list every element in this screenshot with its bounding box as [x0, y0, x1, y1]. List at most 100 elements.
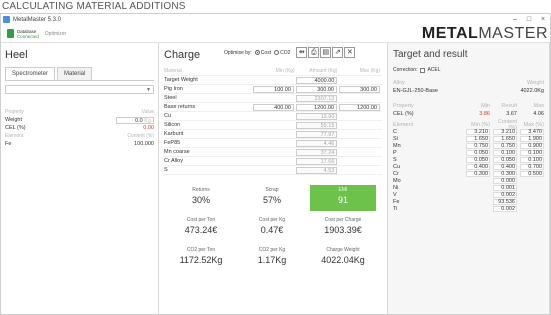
heel-title: Heel	[5, 49, 28, 61]
element-row: Fe 93.536	[393, 198, 544, 205]
material-header: Material	[164, 68, 182, 74]
stat-card: EMI 91	[310, 185, 376, 211]
material-name: Karburit	[164, 131, 184, 137]
print-icon[interactable]: ⎙	[308, 47, 320, 58]
element-min[interactable]: 0.400	[466, 163, 490, 170]
target-panel: Target and result Correction: ACEL Alloy…	[388, 43, 550, 314]
charge-row: Mn coarse 37.24	[164, 148, 382, 157]
database-icon	[7, 29, 14, 38]
max-input[interactable]: 300.00	[339, 85, 380, 93]
element-symbol: Ti	[393, 205, 398, 212]
charge-row: Karburit 77.97	[164, 130, 382, 139]
stat-label: EMI	[338, 187, 348, 193]
charge-row: FeP85 4.46	[164, 139, 382, 148]
element-min[interactable]: 0.050	[466, 156, 490, 163]
alloy-name: EN-GJL-250-Base	[393, 88, 438, 94]
metalmaster-logo: METALMASTER	[421, 24, 548, 42]
element-row: Mo 0.000	[393, 177, 544, 184]
optimizer-button[interactable]: Optimizer	[45, 31, 66, 37]
split-icon[interactable]: ⇹	[296, 47, 308, 58]
document-icon[interactable]: ▤	[320, 47, 332, 58]
title-bar: MetalMaster 5.3.0 – □ ×	[1, 14, 550, 25]
element-content: 0.300	[493, 170, 517, 177]
charge-row: Cr Alloy 17.66	[164, 157, 382, 166]
weight-input[interactable]: 0.0 Kg	[116, 116, 154, 124]
amount-input[interactable]: 4000.00	[296, 76, 338, 84]
element-symbol: P	[393, 149, 397, 156]
amount-input[interactable]: 4.46	[296, 139, 338, 147]
material-name: Cr Alloy	[164, 158, 183, 164]
tab-spectrometer[interactable]: Spectrometer	[5, 67, 56, 80]
close-icon[interactable]: ✕	[344, 47, 356, 58]
stat-label: CO2 per Kg	[258, 247, 286, 253]
element-min[interactable]: 0.050	[466, 149, 490, 156]
element-max[interactable]: 0.100	[520, 156, 544, 163]
element-row: Si 1.650 1.650 1.900	[393, 135, 544, 142]
element-max[interactable]: 3.470	[520, 128, 544, 135]
element-row: P 0.050 0.100 0.100	[393, 149, 544, 156]
amount-input[interactable]: 13.90	[296, 112, 338, 120]
min-input[interactable]: 100.00	[253, 85, 294, 93]
charge-row: Cu 13.90	[164, 112, 382, 121]
element-min[interactable]: 0.750	[466, 142, 490, 149]
radio-cost-label: Cost	[260, 49, 272, 56]
stat-card: Cost per Kg 0.47€	[239, 215, 305, 241]
element-row: Ni 0.001	[393, 184, 544, 191]
acel-label: ACEL	[427, 67, 441, 73]
element-symbol: Mn	[393, 142, 401, 149]
element-max[interactable]: 1.900	[520, 135, 544, 142]
element-min[interactable]: 3.210	[466, 128, 490, 135]
radio-co2[interactable]	[274, 50, 280, 55]
amount-input[interactable]: 1200.00	[296, 103, 337, 111]
element-row: Ti 0.002	[393, 205, 544, 212]
element-max[interactable]: 0.500	[520, 170, 544, 177]
export-icon[interactable]: ⇗	[332, 47, 344, 58]
element-max[interactable]: 0.700	[520, 163, 544, 170]
element-max[interactable]: 0.100	[520, 149, 544, 156]
close-button[interactable]: ×	[536, 16, 550, 23]
correction-row: Correction: ACEL	[393, 67, 544, 73]
database-status[interactable]: Database Connected	[7, 27, 39, 40]
element-content: 3.210	[493, 128, 517, 135]
amount-input[interactable]: 2307.13	[296, 94, 338, 102]
stat-value: 57%	[262, 195, 281, 205]
value-header: Value	[141, 109, 154, 115]
charge-row: Base returns 400.00 1200.00 1200.00	[164, 103, 382, 112]
app-icon	[3, 16, 10, 23]
material-name: Steel	[164, 95, 177, 101]
stat-card: CO2 per Ton 1172.52Kg	[168, 245, 234, 271]
min-input[interactable]: 400.00	[253, 103, 294, 111]
element-content: 0.002	[493, 191, 517, 198]
amount-input[interactable]: 59.15	[296, 121, 338, 129]
material-name: Cu	[164, 113, 172, 119]
chevron-down-icon: ▼	[146, 87, 151, 93]
amount-input[interactable]: 77.97	[296, 130, 338, 138]
element-min[interactable]: 0.300	[466, 170, 490, 177]
amount-input[interactable]: 37.24	[296, 148, 338, 156]
max-input[interactable]: 1200.00	[339, 103, 380, 111]
maximize-button[interactable]: □	[522, 16, 536, 23]
window-controls: – □ ×	[508, 16, 550, 23]
amount-input[interactable]: 17.66	[296, 157, 338, 165]
acel-checkbox[interactable]	[420, 67, 426, 73]
tab-material[interactable]: Material	[57, 67, 93, 80]
element-max[interactable]: 0.900	[520, 142, 544, 149]
material-name: FeP85	[164, 140, 181, 146]
amount-input[interactable]: 300.00	[296, 85, 337, 93]
radio-cost[interactable]	[254, 50, 260, 55]
stat-value: 473.24€	[184, 225, 218, 235]
element-row: Mn 0.750 0.750 0.900	[393, 142, 544, 149]
stat-label: CO2 per Ton	[186, 247, 216, 253]
element-min[interactable]: 1.650	[466, 135, 490, 142]
stat-card: Returns 30%	[168, 185, 234, 211]
amount-input[interactable]: 4.53	[296, 166, 338, 174]
minimize-button[interactable]: –	[508, 16, 522, 23]
element-symbol: Cu	[393, 163, 401, 170]
weight-label: Weight	[5, 117, 23, 123]
element-symbol: Mo	[393, 177, 401, 184]
heel-select[interactable]: ▼	[5, 85, 154, 94]
element-header: Element	[393, 121, 414, 128]
element-symbol: C	[393, 128, 397, 135]
property-header: Property	[5, 109, 24, 115]
stat-label: Cost per Ton	[186, 217, 216, 223]
